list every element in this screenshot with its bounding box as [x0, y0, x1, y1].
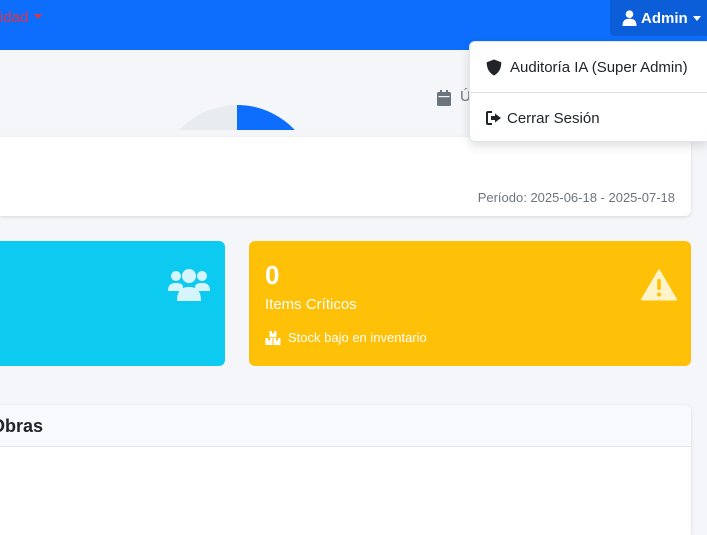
- donut-track-segment: [179, 105, 238, 130]
- boxes-icon: [265, 330, 281, 345]
- menu-item-audit[interactable]: Auditoría IA (Super Admin): [470, 52, 707, 82]
- obras-chart-card: Obras: [0, 405, 691, 535]
- warning-icon: [641, 269, 677, 301]
- critical-items-card: 0 Items Críticos Stock bajo en inventari…: [249, 241, 691, 366]
- donut-chart: [179, 104, 295, 130]
- donut-primary-segment: [236, 104, 295, 130]
- nav-menu-criticality[interactable]: idad: [0, 0, 43, 36]
- chevron-down-icon: [34, 13, 43, 19]
- menu-item-logout-label: Cerrar Sesión: [507, 109, 600, 127]
- chart-card-title: Obras: [0, 416, 44, 436]
- critical-items-value: 0: [265, 260, 280, 290]
- users-icon: [168, 269, 210, 301]
- user-icon: [622, 10, 637, 26]
- chevron-down-icon: [692, 15, 701, 21]
- shield-icon: [486, 59, 502, 75]
- menu-item-logout[interactable]: Cerrar Sesión: [470, 103, 707, 133]
- sign-out-icon: [486, 111, 501, 125]
- calendar-icon: [437, 90, 451, 106]
- critical-items-label: Items Críticos: [265, 296, 357, 313]
- period-card: Período: 2025-06-18 - 2025-07-18: [0, 137, 691, 216]
- admin-menu-button[interactable]: Admin: [610, 0, 707, 36]
- nav-menu-label: idad: [0, 9, 29, 26]
- critical-items-footer: Stock bajo en inventario: [265, 330, 427, 345]
- period-range: Período: 2025-06-18 - 2025-07-18: [477, 190, 675, 205]
- users-stat-card: [0, 241, 225, 366]
- admin-label: Admin: [641, 9, 688, 27]
- chart-card-header: Obras: [0, 405, 691, 447]
- critical-items-footer-text: Stock bajo en inventario: [288, 330, 427, 345]
- menu-item-audit-label: Auditoría IA (Super Admin): [510, 58, 688, 76]
- user-dropdown-menu: Auditoría IA (Super Admin) Cerrar Sesión: [469, 41, 707, 142]
- dropdown-divider: [470, 92, 707, 93]
